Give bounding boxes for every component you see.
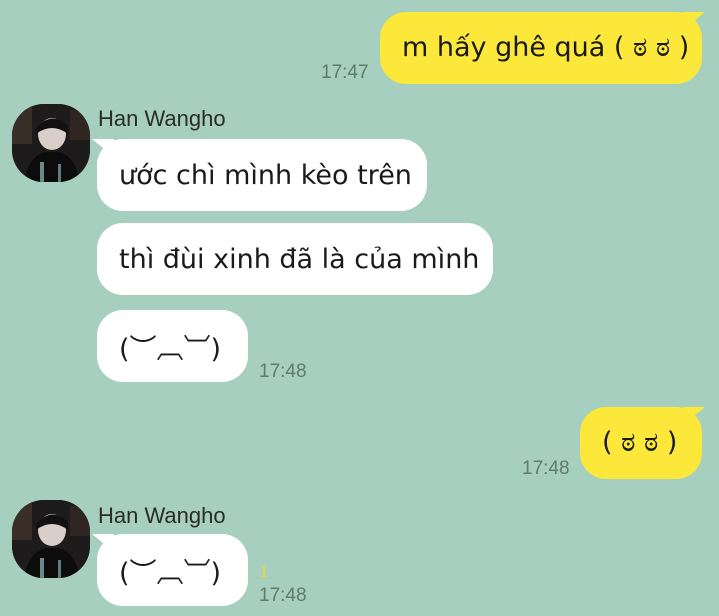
timestamp: 17:48 [259,585,307,606]
message-text: ( ಠ ಠ ) [602,427,678,458]
incoming-message-bubble[interactable]: (︶︹︺) [97,534,248,606]
chat-window: 17:47 m hấy ghê quá ( ಠ ಠ ) Han Wangho ư… [0,0,719,616]
avatar[interactable] [12,104,90,182]
outgoing-message-bubble[interactable]: m hấy ghê quá ( ಠ ಠ ) [380,12,702,84]
timestamp: 17:47 [321,62,369,83]
message-text: ước chì mình kèo trên [119,159,412,191]
message-text: (︶︹︺) [119,557,222,589]
message-text: (︶︹︺) [119,333,222,365]
incoming-message-bubble[interactable]: (︶︹︺) [97,310,248,382]
timestamp: 17:48 [522,458,570,479]
sender-name: Han Wangho [98,106,226,131]
sender-name: Han Wangho [98,503,226,528]
avatar[interactable] [12,500,90,578]
profile-photo-icon [12,500,90,578]
incoming-message-bubble[interactable]: thì đùi xinh đã là của mình [97,223,493,295]
message-text: thì đùi xinh đã là của mình [119,243,480,275]
outgoing-message-bubble[interactable]: ( ಠ ಠ ) [580,407,702,479]
incoming-message-bubble[interactable]: ước chì mình kèo trên [97,139,427,211]
timestamp: 17:48 [259,361,307,382]
unread-count-badge: 1 [259,562,269,581]
message-text: m hấy ghê quá ( ಠ ಠ ) [402,32,690,63]
profile-photo-icon [12,104,90,182]
